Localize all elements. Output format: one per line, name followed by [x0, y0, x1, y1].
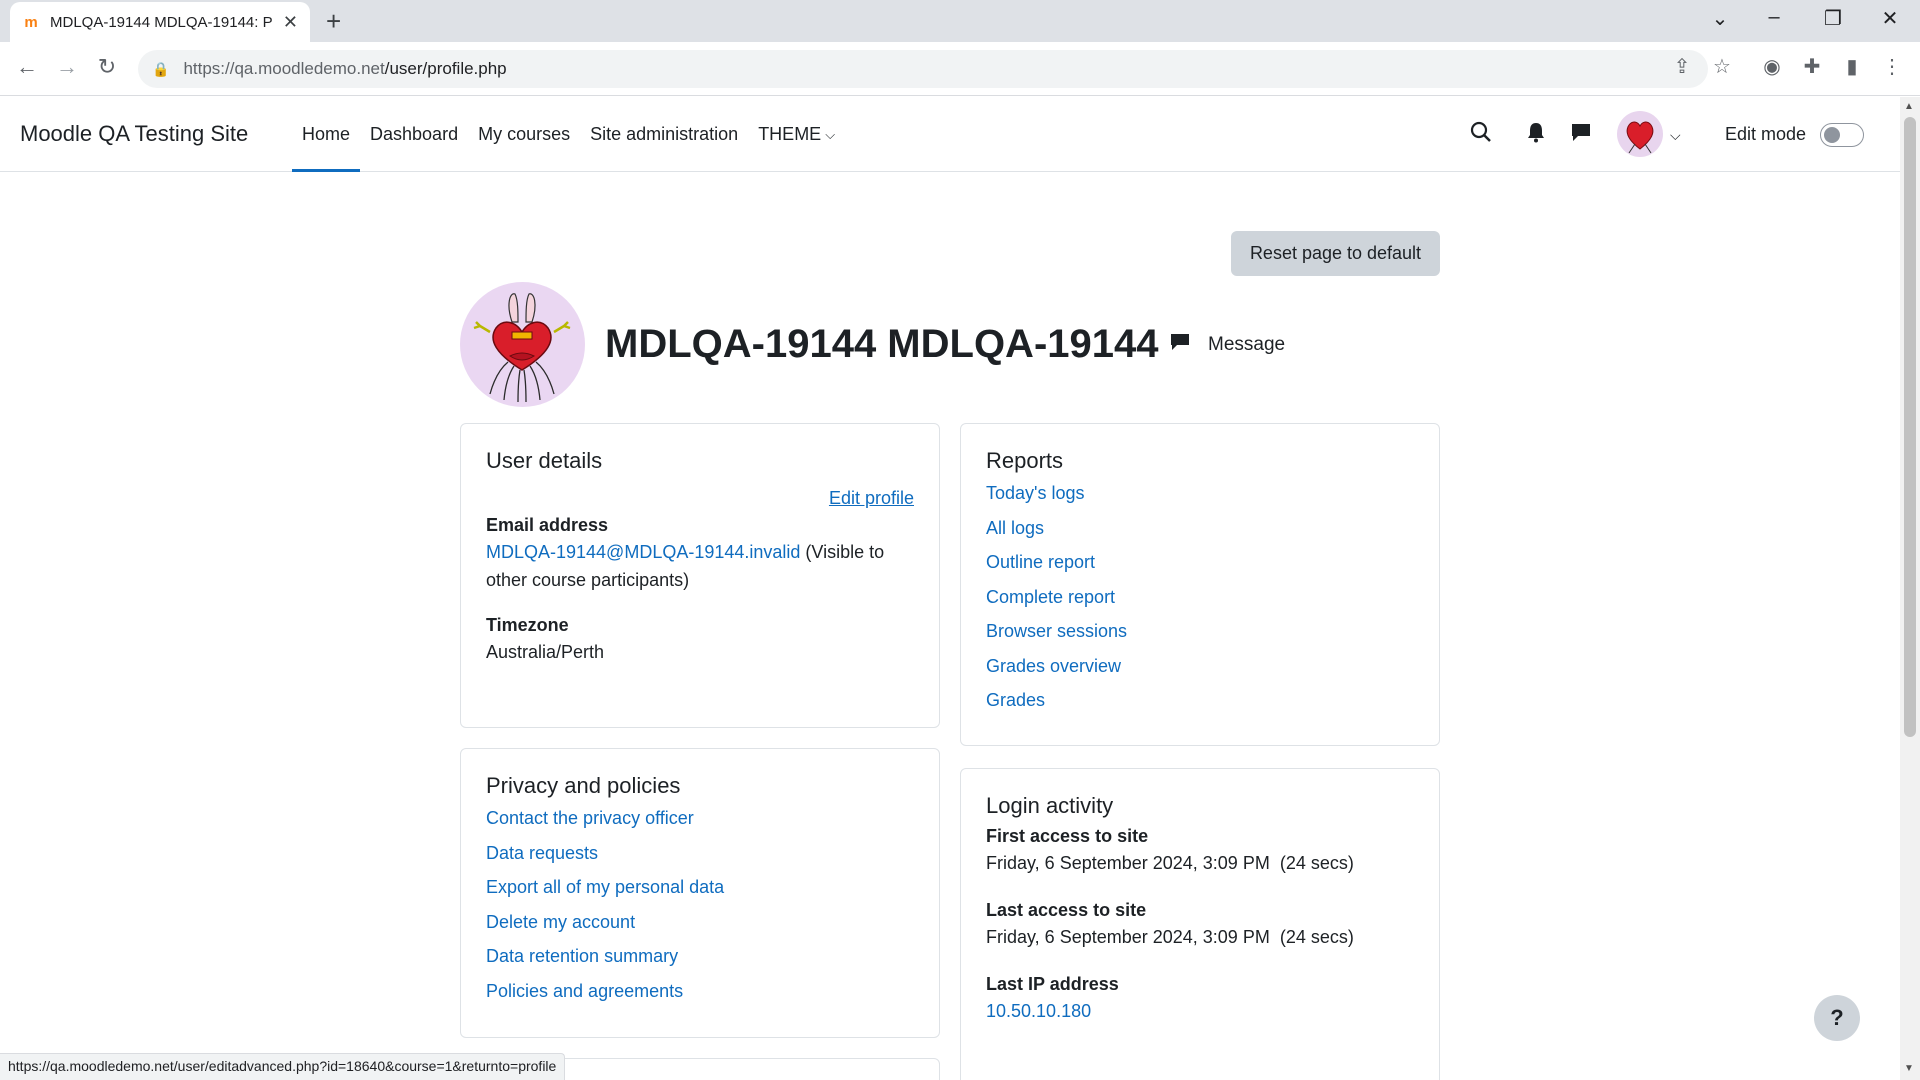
message-button[interactable]: Message: [1170, 332, 1285, 358]
timezone-label: Timezone: [486, 615, 569, 635]
share-icon[interactable]: ⇪: [1668, 54, 1696, 79]
first-access-label: First access to site: [986, 826, 1149, 846]
url-host: https://qa.moodledemo.net: [183, 59, 385, 78]
last-ip-label: Last IP address: [986, 974, 1119, 994]
email-visibility-line1: (Visible to: [800, 542, 885, 562]
reports-title: Reports: [986, 448, 1064, 473]
message-icon: [1170, 332, 1190, 358]
user-menu-chevron-icon[interactable]: ⌵: [1670, 127, 1681, 144]
scroll-down-arrow-icon[interactable]: ▼: [1904, 1063, 1914, 1074]
chevron-down-icon: ⌵: [825, 126, 836, 142]
reload-icon[interactable]: ↻: [92, 54, 122, 80]
browser-status-bar: https://qa.moodledemo.net/user/editadvan…: [0, 1053, 566, 1080]
last-access-value: Friday, 6 September 2024, 3:09 PM (24 se…: [986, 927, 1354, 947]
nav-dashboard[interactable]: Dashboard: [360, 97, 468, 172]
toggle-knob: [1824, 127, 1840, 143]
privacy-title: Privacy and policies: [486, 773, 681, 798]
tab-title: MDLQA-19144 MDLQA-19144: P: [50, 13, 273, 31]
email-value: MDLQA-19144@MDLQA-19144.invalid (Visible…: [486, 538, 914, 594]
nav-theme-dropdown[interactable]: THEME ⌵: [748, 97, 845, 172]
privacy-link-policies[interactable]: Policies and agreements: [486, 974, 914, 1009]
forward-icon[interactable]: →: [52, 54, 82, 80]
nav-site-administration[interactable]: Site administration: [580, 97, 748, 172]
user-details-title: User details: [486, 448, 603, 473]
edit-mode-label: Edit mode: [1725, 124, 1807, 144]
nav-theme-label: THEME: [758, 124, 822, 144]
privacy-link-retention-summary[interactable]: Data retention summary: [486, 939, 914, 974]
notifications-bell-icon[interactable]: [1526, 121, 1546, 149]
address-bar[interactable]: 🔒 https://qa.moodledemo.net/user/profile…: [138, 50, 1708, 88]
report-link-outline[interactable]: Outline report: [986, 545, 1414, 580]
privacy-links: Contact the privacy officer Data request…: [486, 801, 914, 1008]
back-icon[interactable]: ←: [12, 54, 42, 80]
privacy-policies-card: Privacy and policies Contact the privacy…: [460, 748, 940, 1038]
scroll-thumb[interactable]: [1904, 117, 1916, 737]
login-activity-card: Login activity First access to site Frid…: [960, 768, 1440, 1080]
nav-home[interactable]: Home: [292, 97, 361, 172]
moodle-favicon-icon: m: [24, 13, 38, 31]
site-name[interactable]: Moodle QA Testing Site: [20, 121, 248, 147]
email-link[interactable]: MDLQA-19144@MDLQA-19144.invalid: [486, 542, 800, 562]
window-close-icon[interactable]: ✕: [1870, 6, 1910, 31]
reports-links: Today's logs All logs Outline report Com…: [986, 476, 1414, 718]
nav-home-label: Home: [302, 124, 351, 144]
privacy-link-contact-officer[interactable]: Contact the privacy officer: [486, 801, 914, 836]
search-icon[interactable]: [1470, 121, 1492, 149]
side-panel-icon[interactable]: ▮: [1838, 54, 1866, 79]
messages-icon[interactable]: [1570, 121, 1592, 149]
edit-mode-toggle[interactable]: [1820, 123, 1864, 147]
lock-icon: 🔒: [152, 60, 170, 77]
minimize-icon[interactable]: –: [1754, 6, 1794, 29]
moodle-navbar: Moodle QA Testing Site Home Dashboard My…: [0, 97, 1900, 172]
email-label: Email address: [486, 515, 609, 535]
privacy-link-data-requests[interactable]: Data requests: [486, 836, 914, 871]
message-label: Message: [1208, 334, 1286, 355]
close-tab-icon[interactable]: ✕: [283, 12, 298, 33]
nav-site-administration-label: Site administration: [590, 124, 739, 144]
edit-profile-link[interactable]: Edit profile: [829, 488, 914, 509]
email-visibility-line2: other course participants): [486, 570, 690, 590]
profile-picture: [460, 282, 585, 407]
scroll-up-arrow-icon[interactable]: ▲: [1904, 101, 1914, 112]
user-details-card: User details Edit profile Email address …: [460, 423, 940, 728]
nav-dashboard-label: Dashboard: [370, 124, 459, 144]
browser-tab[interactable]: m MDLQA-19144 MDLQA-19144: P ✕: [10, 2, 310, 42]
extension-profile-icon[interactable]: ◉: [1758, 54, 1786, 79]
privacy-link-delete-account[interactable]: Delete my account: [486, 905, 914, 940]
tab-search-chevron-icon[interactable]: ⌄: [1700, 6, 1740, 31]
browser-tabstrip: m MDLQA-19144 MDLQA-19144: P ✕ + ⌄ – ❐ ✕: [0, 0, 1920, 42]
last-ip-link[interactable]: 10.50.10.180: [986, 1001, 1091, 1021]
nav-my-courses[interactable]: My courses: [468, 97, 580, 172]
privacy-link-export-data[interactable]: Export all of my personal data: [486, 870, 914, 905]
first-access-value: Friday, 6 September 2024, 3:09 PM (24 se…: [986, 853, 1354, 873]
nav-my-courses-label: My courses: [478, 124, 571, 144]
bookmark-star-icon[interactable]: ☆: [1708, 54, 1736, 79]
last-ip-value: 10.50.10.180: [986, 997, 1414, 1025]
help-button[interactable]: ?: [1814, 995, 1860, 1041]
report-link-grades-overview[interactable]: Grades overview: [986, 649, 1414, 684]
browser-menu-icon[interactable]: ⋮: [1878, 54, 1906, 79]
user-avatar-menu[interactable]: [1617, 111, 1663, 157]
new-tab-icon[interactable]: +: [326, 8, 341, 34]
report-link-browser-sessions[interactable]: Browser sessions: [986, 614, 1414, 649]
report-link-complete[interactable]: Complete report: [986, 580, 1414, 615]
restore-icon[interactable]: ❐: [1813, 6, 1853, 31]
primary-navigation: Home Dashboard My courses Site administr…: [292, 97, 845, 172]
browser-toolbar: ← → ↻ 🔒 https://qa.moodledemo.net/user/p…: [0, 42, 1920, 96]
login-activity-title: Login activity: [986, 793, 1114, 818]
last-access-label: Last access to site: [986, 900, 1147, 920]
timezone-value: Australia/Perth: [486, 642, 605, 662]
report-link-grades[interactable]: Grades: [986, 683, 1414, 718]
report-link-todays-logs[interactable]: Today's logs: [986, 476, 1414, 511]
extensions-puzzle-icon[interactable]: ✚: [1798, 54, 1826, 79]
report-link-all-logs[interactable]: All logs: [986, 511, 1414, 546]
profile-name: MDLQA-19144 MDLQA-19144: [605, 322, 1159, 366]
reports-card: Reports Today's logs All logs Outline re…: [960, 423, 1440, 746]
page-scrollbar[interactable]: ▲ ▼: [1900, 97, 1920, 1080]
url-path: /user/profile.php: [384, 59, 507, 78]
reset-page-button[interactable]: Reset page to default: [1231, 231, 1440, 276]
